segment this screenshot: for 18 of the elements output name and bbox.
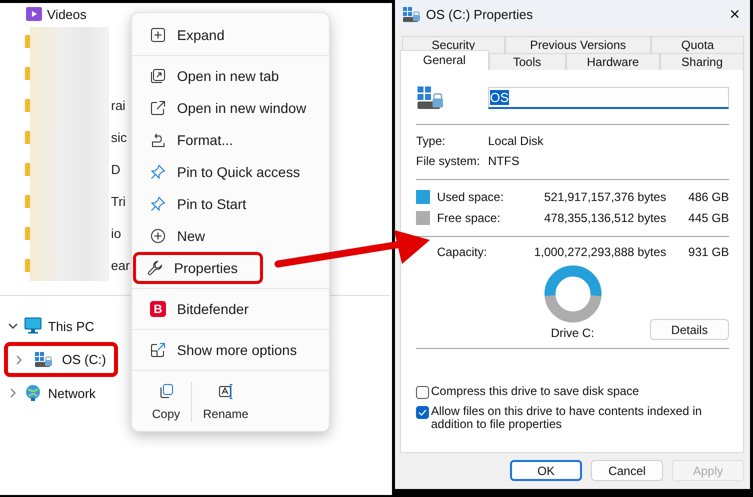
byte-count: 521,917,157,376 bytes (543, 190, 666, 204)
space-label: Free space: (436, 210, 502, 224)
drive-label: Drive C: (550, 326, 594, 340)
field-label: File system: (416, 154, 482, 168)
field-value: Local Disk (488, 134, 544, 148)
window-title: OS (C:) Properties (426, 6, 534, 22)
byte-count: 478,355,136,512 bytes (543, 210, 666, 224)
field-label: Type: (416, 134, 446, 148)
byte-count: 1,000,272,293,888 bytes (533, 245, 666, 259)
space-label: Capacity: (436, 245, 488, 259)
size-value: 486 GB (687, 190, 729, 204)
size-value: 931 GB (687, 245, 729, 259)
checkbox-label: Compress this drive to save disk space (431, 385, 640, 398)
size-value: 445 GB (687, 210, 729, 224)
space-label: Used space: (436, 190, 505, 204)
app-logo-icon: B (150, 301, 166, 317)
field-value: NTFS (488, 154, 520, 168)
checkbox-label: Allow files on this drive to have contents indexed in addition to file properties (431, 405, 703, 431)
